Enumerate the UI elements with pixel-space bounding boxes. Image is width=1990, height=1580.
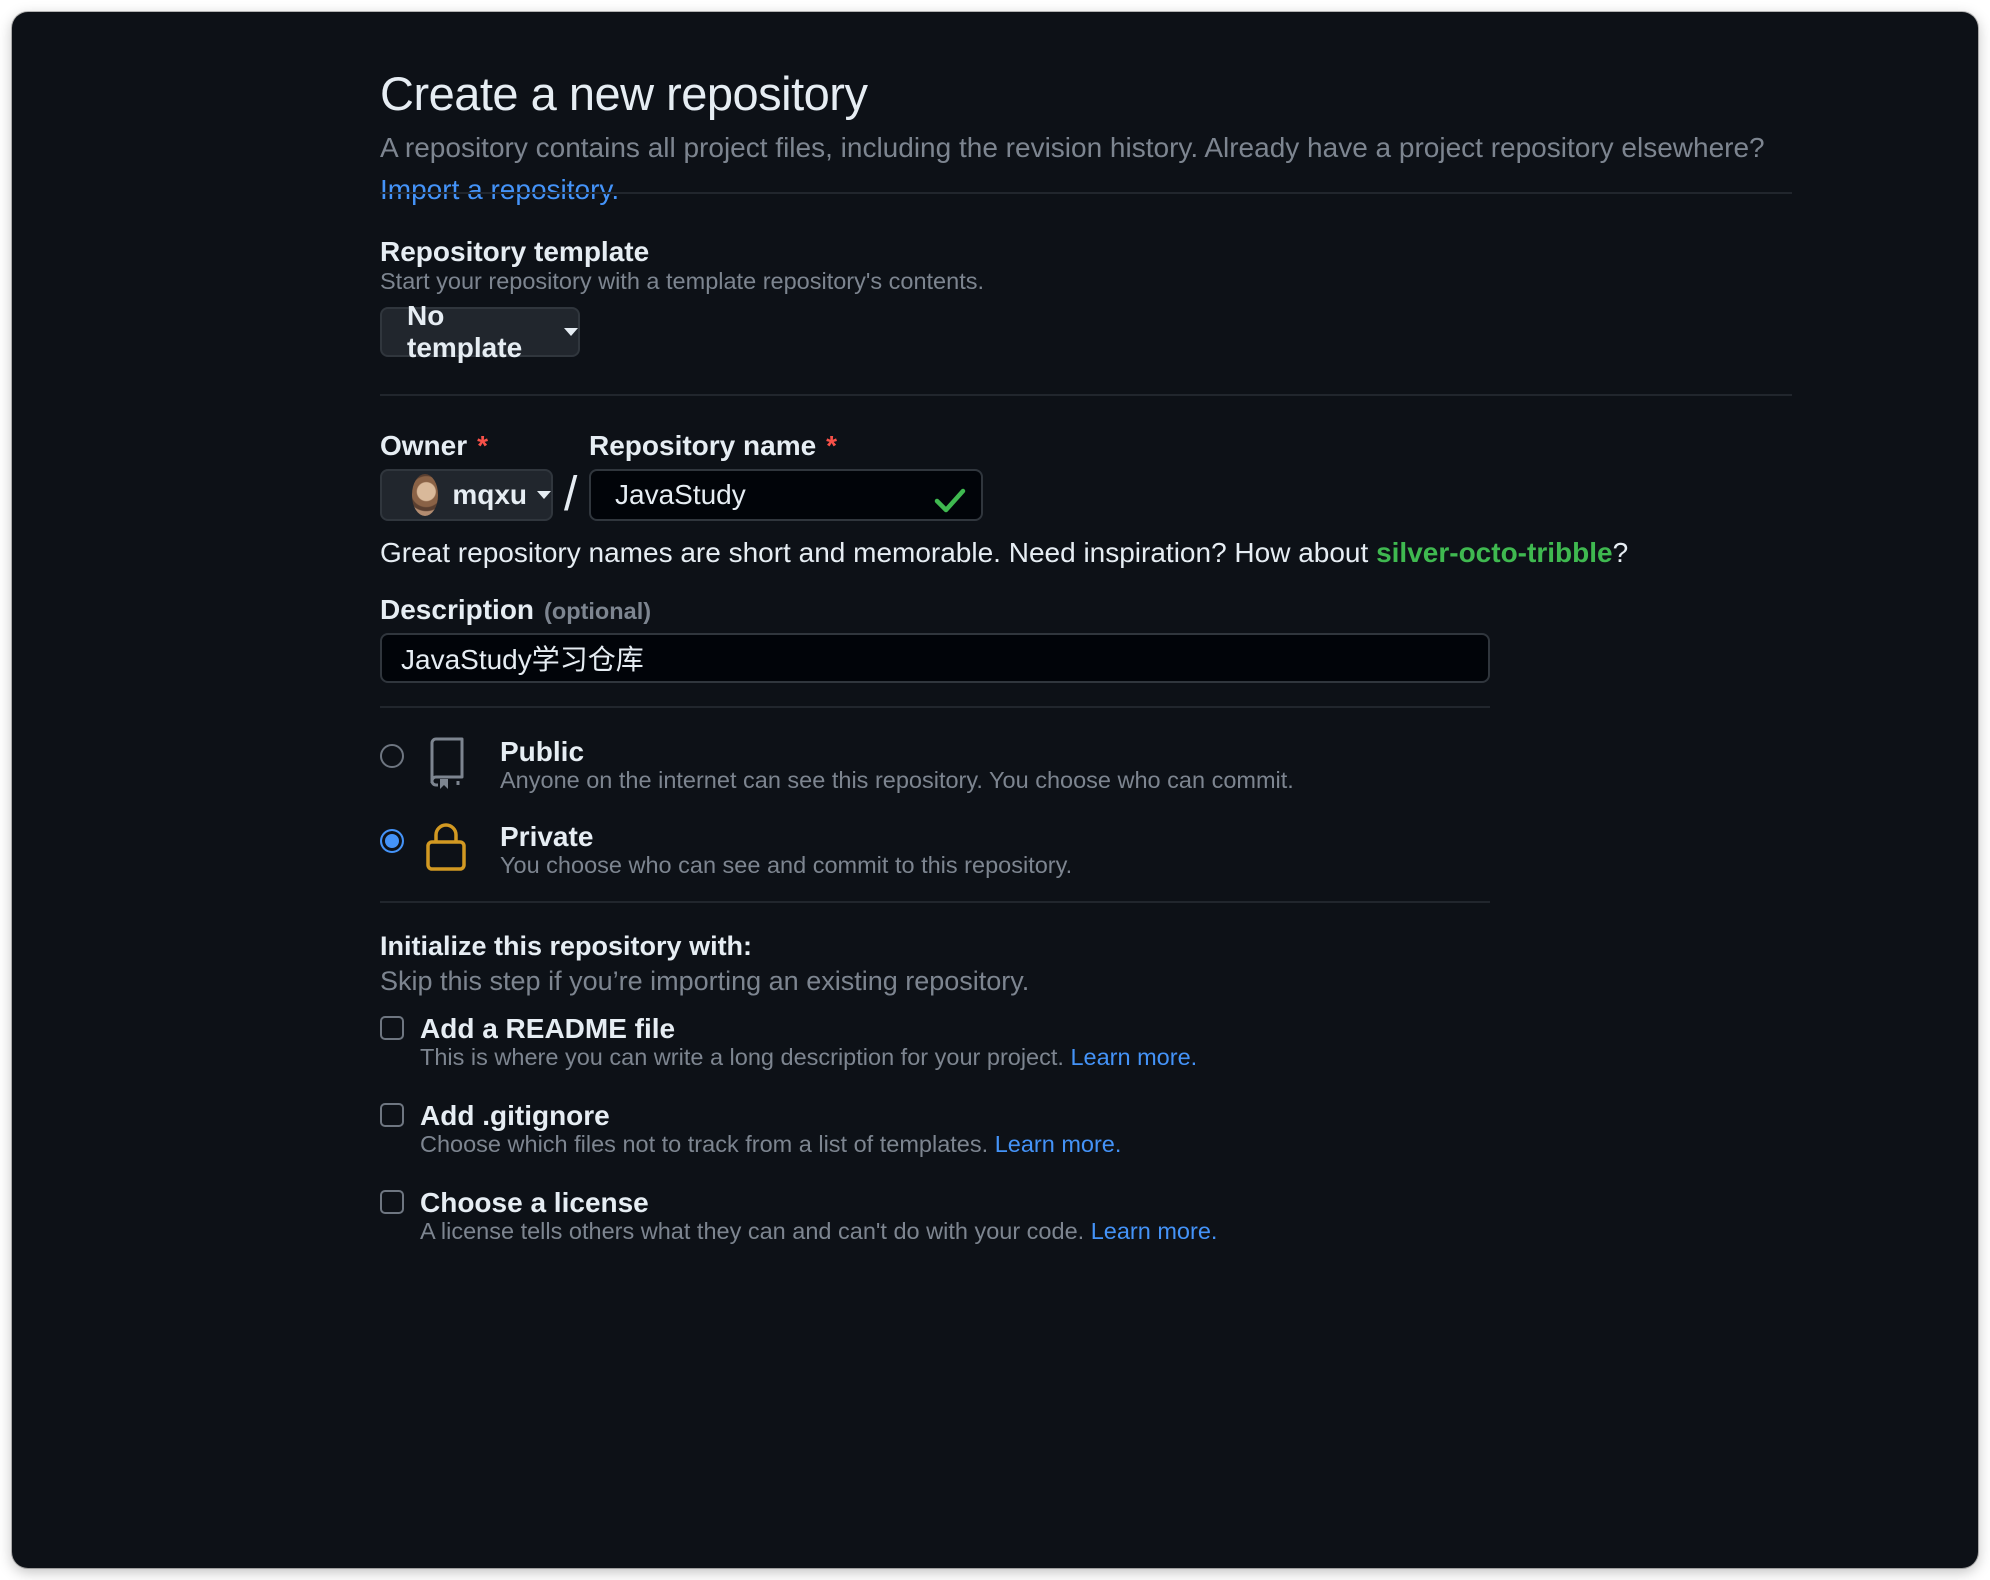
public-desc: Anyone on the internet can see this repo…: [500, 767, 1294, 793]
template-dropdown-button[interactable]: No template: [380, 300, 580, 363]
repo-name-hint: Great repository names are short and mem…: [380, 537, 1629, 568]
intro-text: A repository contains all project files,…: [380, 132, 1765, 163]
divider: [380, 394, 1792, 396]
browser-window: Create a new repository A repository con…: [12, 12, 1978, 1568]
readme-desc: This is where you can write a long descr…: [420, 1044, 1198, 1070]
repo-icon: [430, 737, 464, 789]
repo-name-value: JavaStudy: [615, 479, 746, 510]
private-title: Private: [500, 821, 594, 852]
readme-title: Add a README file: [420, 1013, 676, 1044]
import-repository-link[interactable]: Import a repository.: [380, 174, 619, 205]
visibility-radio-public[interactable]: [380, 744, 404, 768]
license-desc: A license tells others what they can and…: [420, 1218, 1218, 1244]
required-mark: *: [826, 430, 838, 461]
owner-value: mqxu: [452, 479, 527, 510]
avatar: [412, 474, 439, 516]
gitignore-title: Add .gitignore: [420, 1100, 610, 1131]
caret-down-icon: [564, 328, 578, 336]
repo-name-input[interactable]: JavaStudy: [589, 469, 983, 521]
visibility-radio-private[interactable]: [380, 829, 404, 853]
optional-note: (optional): [544, 598, 652, 624]
template-title: Repository template: [380, 236, 650, 267]
page-intro: A repository contains all project files,…: [380, 127, 1792, 211]
license-checkbox[interactable]: [380, 1190, 404, 1214]
license-learn-more-link[interactable]: Learn more.: [1091, 1218, 1218, 1244]
gitignore-checkbox[interactable]: [380, 1103, 404, 1127]
template-button-label: No template: [407, 300, 523, 363]
divider: [380, 901, 1490, 903]
owner-dropdown-button[interactable]: mqxu: [380, 469, 553, 521]
description-label: Description (optional): [380, 594, 652, 625]
public-title: Public: [500, 736, 585, 767]
description-value: JavaStudy学习仓库: [401, 644, 644, 675]
gitignore-desc: Choose which files not to track from a l…: [420, 1131, 1122, 1157]
divider: [380, 192, 1792, 194]
page-title: Create a new repository: [380, 67, 868, 120]
description-input[interactable]: JavaStudy学习仓库: [380, 633, 1490, 683]
check-icon: [934, 488, 966, 513]
initialize-subtitle: Skip this step if you’re importing an ex…: [380, 966, 1030, 996]
initialize-title: Initialize this repository with:: [380, 931, 753, 961]
license-title: Choose a license: [420, 1187, 649, 1218]
owner-repo-separator: /: [564, 468, 578, 521]
repo-name-label: Repository name *: [589, 430, 838, 461]
required-mark: *: [477, 430, 489, 461]
name-suggestion-link[interactable]: silver-octo-tribble: [1376, 537, 1612, 568]
readme-checkbox[interactable]: [380, 1016, 404, 1040]
caret-down-icon: [537, 491, 551, 499]
owner-label: Owner *: [380, 430, 489, 461]
private-desc: You choose who can see and commit to thi…: [500, 852, 1073, 878]
divider: [380, 706, 1490, 708]
lock-icon: [426, 823, 466, 871]
gitignore-learn-more-link[interactable]: Learn more.: [995, 1131, 1122, 1157]
readme-learn-more-link[interactable]: Learn more.: [1070, 1044, 1197, 1070]
template-subtitle: Start your repository with a template re…: [380, 268, 985, 294]
